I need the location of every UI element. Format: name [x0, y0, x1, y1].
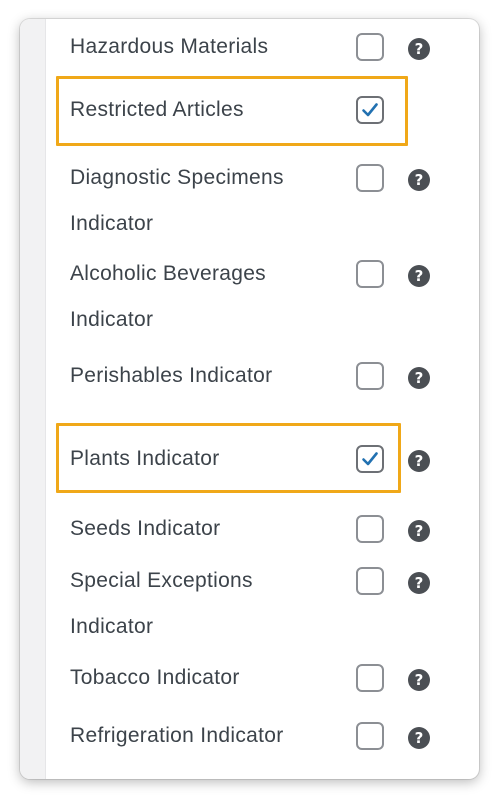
checkmark-icon [362, 103, 378, 117]
question-circle-icon[interactable]: ? [408, 265, 430, 287]
question-circle-icon[interactable]: ? [408, 367, 430, 389]
tobacco-checkbox[interactable] [356, 664, 384, 692]
plants-checkbox[interactable] [356, 445, 384, 473]
hazardous-materials-checkbox[interactable] [356, 33, 384, 61]
option-label: Hazardous Materials [70, 35, 269, 58]
diagnostic-specimens-checkbox[interactable] [356, 164, 384, 192]
option-label: Diagnostic Specimens Indicator [70, 166, 284, 235]
option-row-hazardous-materials: Hazardous Materials ? [20, 24, 479, 70]
question-circle-icon[interactable]: ? [408, 38, 430, 60]
shipping-options-panel: Hazardous Materials ? Restricted Article… [20, 19, 479, 779]
option-label: Special Exceptions Indicator [70, 569, 253, 638]
option-row-seeds: Seeds Indicator ? [20, 506, 479, 552]
option-row-special-exceptions: Special Exceptions Indicator ? [20, 558, 479, 650]
question-circle-icon[interactable]: ? [408, 520, 430, 542]
option-row-refrigeration: Refrigeration Indicator ? [20, 713, 479, 759]
option-row-diagnostic-specimens: Diagnostic Specimens Indicator ? [20, 155, 479, 247]
refrigeration-checkbox[interactable] [356, 722, 384, 750]
perishables-checkbox[interactable] [356, 362, 384, 390]
question-circle-icon[interactable]: ? [408, 727, 430, 749]
option-row-perishables: Perishables Indicator ? [20, 353, 479, 399]
option-row-alcoholic-beverages: Alcoholic Beverages Indicator ? [20, 251, 479, 343]
seeds-checkbox[interactable] [356, 515, 384, 543]
option-row-plants: Plants Indicator ? [20, 436, 479, 482]
checkmark-icon [362, 452, 378, 466]
option-row-tobacco: Tobacco Indicator ? [20, 655, 479, 701]
alcoholic-beverages-checkbox[interactable] [356, 260, 384, 288]
option-label: Seeds Indicator [70, 517, 221, 540]
question-circle-icon[interactable]: ? [408, 169, 430, 191]
option-label: Alcoholic Beverages Indicator [70, 262, 266, 331]
option-label: Refrigeration Indicator [70, 724, 284, 747]
option-label: Perishables Indicator [70, 364, 273, 387]
restricted-articles-checkbox[interactable] [356, 96, 384, 124]
question-circle-icon[interactable]: ? [408, 450, 430, 472]
option-row-restricted-articles: Restricted Articles [20, 87, 479, 133]
option-label: Restricted Articles [70, 98, 244, 121]
special-exceptions-checkbox[interactable] [356, 567, 384, 595]
option-label: Plants Indicator [70, 447, 220, 470]
option-label: Tobacco Indicator [70, 666, 240, 689]
question-circle-icon[interactable]: ? [408, 669, 430, 691]
question-circle-icon[interactable]: ? [408, 572, 430, 594]
